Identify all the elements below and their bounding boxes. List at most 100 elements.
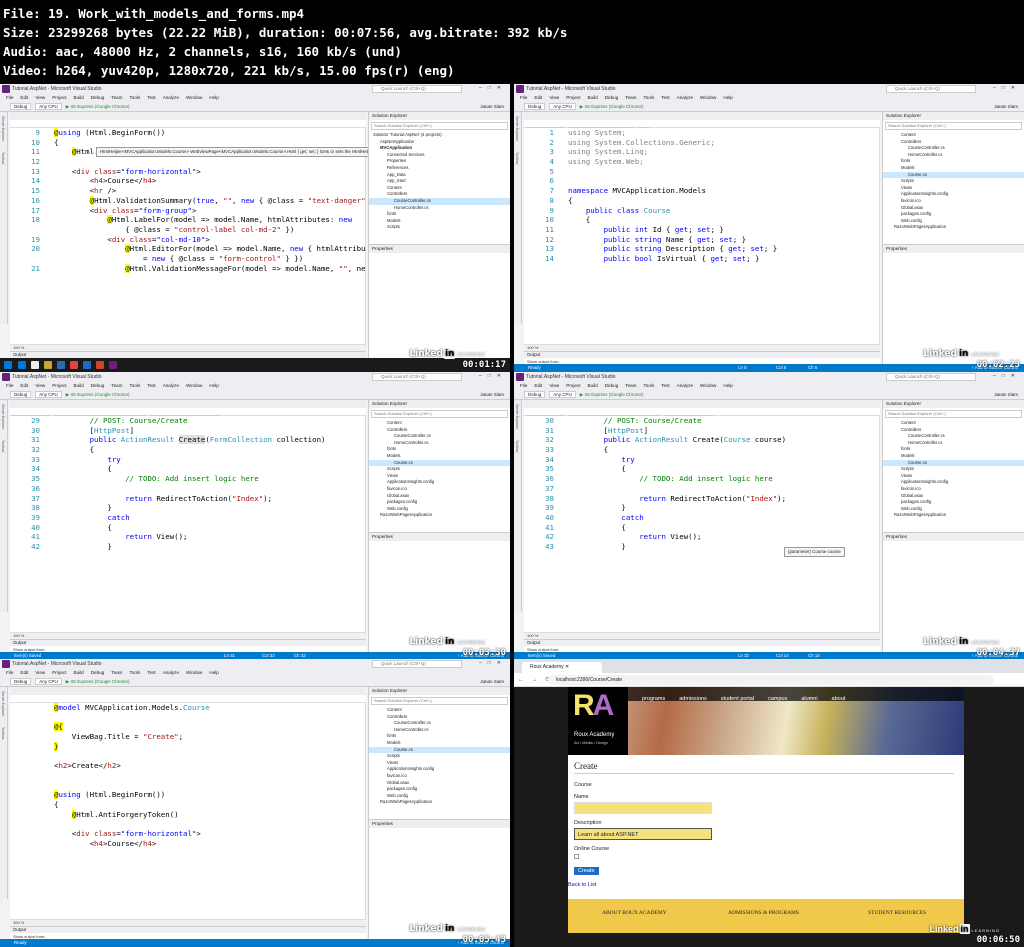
- solution-search-input[interactable]: Search Solution Explorer (Ctrl+;): [885, 410, 1022, 418]
- solution-item[interactable]: Course.cs: [883, 459, 1024, 467]
- platform-select[interactable]: Any CPU: [549, 391, 576, 399]
- zoom-level[interactable]: 100 %: [10, 632, 366, 639]
- menu-item[interactable]: Help: [723, 95, 732, 100]
- menu-item[interactable]: View: [35, 95, 45, 100]
- solution-item[interactable]: Content: [883, 132, 1024, 139]
- taskbar-app-icon[interactable]: [109, 361, 117, 369]
- run-button[interactable]: ▶ IIS Express (Google Chrome): [580, 104, 644, 109]
- browser-tab[interactable]: Roux Academy ✕: [522, 662, 602, 673]
- menu-item[interactable]: Test: [661, 95, 669, 100]
- solution-item[interactable]: App_Data: [369, 172, 510, 179]
- taskbar-app-icon[interactable]: [57, 361, 65, 369]
- footer-link[interactable]: ADMISSIONS & PROGRAMS: [728, 910, 799, 916]
- solution-item[interactable]: CourseController.cs: [369, 197, 510, 205]
- solution-item[interactable]: Content: [369, 420, 510, 427]
- menu-item[interactable]: View: [549, 95, 559, 100]
- config-select[interactable]: Debug: [10, 391, 32, 399]
- menu-item[interactable]: Analyze: [163, 383, 179, 388]
- menu-item[interactable]: Help: [209, 670, 218, 675]
- menu-item[interactable]: Window: [186, 670, 202, 675]
- taskbar-app-icon[interactable]: [96, 361, 104, 369]
- toolbox-tab[interactable]: Toolbox: [515, 152, 519, 164]
- solution-item[interactable]: Controllers: [883, 427, 1024, 434]
- taskbar-app-icon[interactable]: [83, 361, 91, 369]
- menu-item[interactable]: Build: [588, 383, 598, 388]
- solution-item[interactable]: Global.asax: [883, 205, 1024, 212]
- menu-item[interactable]: Tools: [130, 670, 141, 675]
- solution-item[interactable]: Content: [883, 420, 1024, 427]
- solution-item[interactable]: favicon.ico: [369, 773, 510, 780]
- site-nav-link[interactable]: programs: [642, 696, 665, 702]
- menu-item[interactable]: Project: [566, 383, 580, 388]
- solution-item[interactable]: HomeController.cs: [369, 727, 510, 734]
- solution-item[interactable]: favicon.ico: [883, 486, 1024, 493]
- solution-item[interactable]: RazorWebPagesApplication: [883, 224, 1024, 231]
- solution-item[interactable]: ApplicationInsights.config: [369, 479, 510, 486]
- window-controls[interactable]: –□✕: [479, 373, 507, 379]
- footer-link[interactable]: ABOUT ROUX ACADEMY: [602, 910, 667, 916]
- config-select[interactable]: Debug: [10, 678, 32, 686]
- solution-item[interactable]: Scripts: [883, 466, 1024, 473]
- menu-item[interactable]: Analyze: [677, 95, 693, 100]
- menu-item[interactable]: Window: [186, 383, 202, 388]
- menu-item[interactable]: Help: [209, 383, 218, 388]
- solution-item[interactable]: Models: [369, 453, 510, 460]
- taskbar-app-icon[interactable]: [18, 361, 26, 369]
- menu-item[interactable]: Debug: [91, 95, 105, 100]
- menu-item[interactable]: Project: [52, 383, 66, 388]
- solution-item[interactable]: HomeController.cs: [369, 440, 510, 447]
- menu-item[interactable]: File: [6, 95, 13, 100]
- solution-item[interactable]: Global.asax: [369, 493, 510, 500]
- toolbox-tab[interactable]: Toolbox: [1, 152, 5, 164]
- zoom-level[interactable]: 100 %: [10, 344, 366, 351]
- solution-item[interactable]: HomeController.cs: [883, 152, 1024, 159]
- solution-item[interactable]: MVCApplication: [369, 145, 510, 152]
- solution-item[interactable]: Scripts: [369, 466, 510, 473]
- platform-select[interactable]: Any CPU: [35, 103, 62, 111]
- run-button[interactable]: ▶ IIS Express (Google Chrome): [580, 392, 644, 397]
- solution-item[interactable]: CourseController.cs: [369, 433, 510, 440]
- code-editor[interactable]: 1 using System; 2 using System.Collections.…: [524, 128, 880, 344]
- menu-item[interactable]: Project: [52, 95, 66, 100]
- server-explorer-tab[interactable]: Server Explorer: [1, 404, 5, 429]
- server-explorer-tab[interactable]: Server Explorer: [1, 116, 5, 141]
- menu-item[interactable]: Edit: [20, 383, 28, 388]
- user-name[interactable]: Janan Siam: [480, 104, 504, 109]
- menu-item[interactable]: Team: [111, 383, 122, 388]
- menu-item[interactable]: Test: [147, 95, 155, 100]
- source-control-button[interactable]: ↑ Add to Source Control: [458, 939, 504, 947]
- menu-item[interactable]: Test: [147, 383, 155, 388]
- solution-item[interactable]: fonts: [369, 733, 510, 740]
- solution-item[interactable]: Solution 'Tutorial.AspNet' (4 projects): [369, 132, 510, 139]
- run-button[interactable]: ▶ IIS Express (Google Chrome): [66, 392, 130, 397]
- solution-item[interactable]: Global.asax: [883, 493, 1024, 500]
- solution-item[interactable]: Web.config: [883, 218, 1024, 225]
- menu-item[interactable]: File: [6, 383, 13, 388]
- solution-item[interactable]: Views: [369, 473, 510, 480]
- taskbar-app-icon[interactable]: [31, 361, 39, 369]
- code-editor[interactable]: 30 // POST: Course/Create 31 [HttpPost] 32…: [524, 416, 880, 632]
- source-control-button[interactable]: ↑ Add to Source Control: [972, 364, 1018, 372]
- menu-item[interactable]: Tools: [130, 383, 141, 388]
- menu-item[interactable]: Edit: [20, 95, 28, 100]
- solution-item[interactable]: App_Start: [369, 178, 510, 185]
- window-controls[interactable]: –□✕: [993, 85, 1021, 91]
- menu-item[interactable]: Test: [147, 670, 155, 675]
- description-input[interactable]: Learn all about ASP.NET: [574, 828, 712, 840]
- solution-item[interactable]: favicon.ico: [369, 486, 510, 493]
- site-nav-link[interactable]: about: [832, 696, 846, 702]
- menu-item[interactable]: Project: [566, 95, 580, 100]
- menu-item[interactable]: Analyze: [677, 383, 693, 388]
- menu-item[interactable]: Tools: [644, 383, 655, 388]
- solution-item[interactable]: References: [369, 165, 510, 172]
- platform-select[interactable]: Any CPU: [35, 678, 62, 686]
- solution-item[interactable]: Content: [369, 185, 510, 192]
- solution-item[interactable]: Scripts: [369, 224, 510, 231]
- user-name[interactable]: Janan Siam: [994, 104, 1018, 109]
- menu-item[interactable]: Debug: [91, 670, 105, 675]
- menu-item[interactable]: Tools: [130, 95, 141, 100]
- solution-item[interactable]: Connected Services: [369, 152, 510, 159]
- solution-item[interactable]: HomeController.cs: [369, 205, 510, 212]
- zoom-level[interactable]: 100 %: [524, 632, 880, 639]
- menu-item[interactable]: Build: [74, 383, 84, 388]
